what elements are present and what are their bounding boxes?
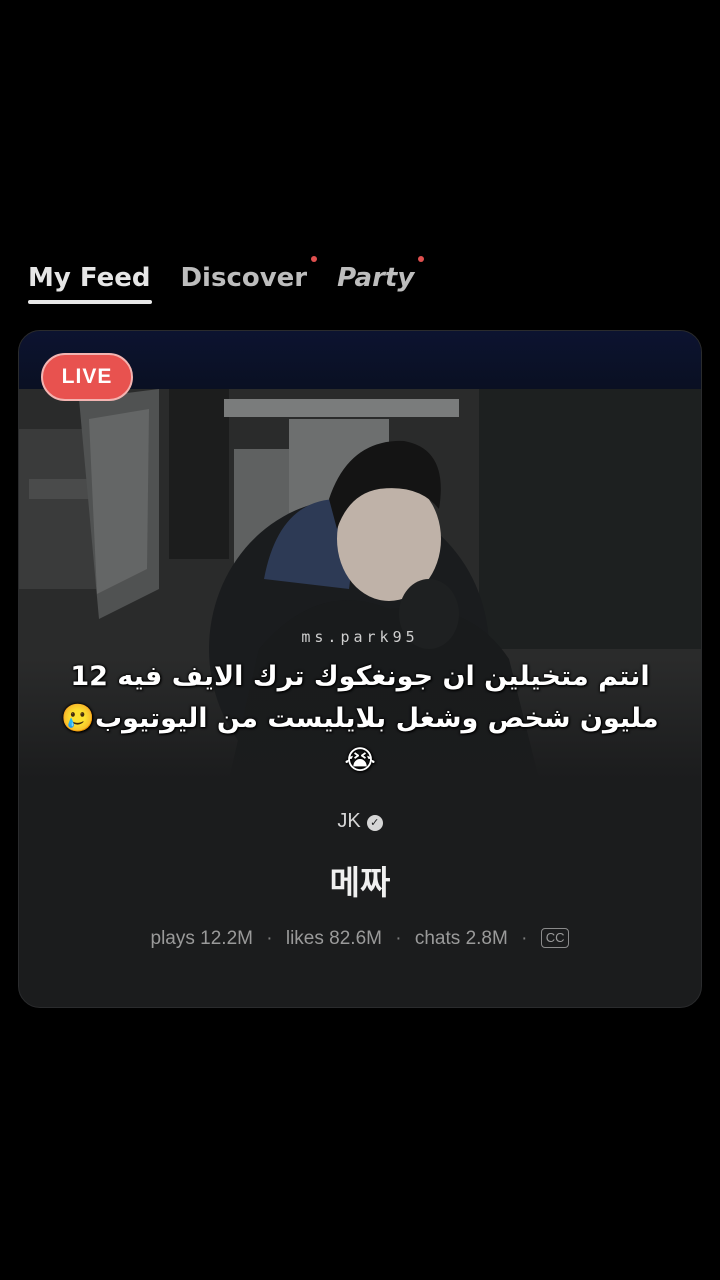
tab-discover[interactable]: Discover (180, 256, 318, 298)
likes-value: 82.6M (329, 928, 382, 949)
live-badge: LIVE (41, 353, 133, 401)
creator-watermark: ms.park95 (301, 628, 419, 646)
stat-separator: · (521, 928, 528, 949)
chats-value: 2.8M (465, 928, 508, 949)
stat-separator: · (266, 928, 273, 949)
likes-label: likes (285, 928, 324, 949)
stream-stats: plays 12.2M · likes 82.6M · chats 2.8M ·… (0, 928, 720, 950)
plays-value: 12.2M (200, 928, 253, 949)
closed-captions-icon: CC (540, 928, 570, 948)
stat-separator: · (395, 928, 402, 949)
stream-title: 메짜 (329, 863, 391, 902)
stream-author[interactable]: JK ✓ (0, 810, 720, 833)
tab-party-label: Party (337, 263, 415, 293)
tab-discover-label: Discover (180, 263, 308, 293)
chats-label: chats (414, 928, 461, 949)
notification-dot (418, 256, 425, 262)
tab-party[interactable]: Party (337, 256, 425, 298)
overlay-caption: انتم متخيلين ان جونغكوك ترك الايف فيه 12… (61, 661, 659, 776)
author-name: JK (337, 810, 361, 832)
app-screen: My Feed Discover Party LIVE ms.park95 ان… (0, 0, 720, 1280)
tab-my-feed-label: My Feed (28, 263, 151, 293)
tab-my-feed[interactable]: My Feed (28, 258, 153, 304)
plays-label: plays (150, 928, 195, 949)
verified-icon: ✓ (366, 815, 383, 831)
notification-dot (311, 256, 318, 262)
feed-tabs: My Feed Discover Party (28, 256, 444, 308)
active-tab-indicator (28, 300, 153, 304)
